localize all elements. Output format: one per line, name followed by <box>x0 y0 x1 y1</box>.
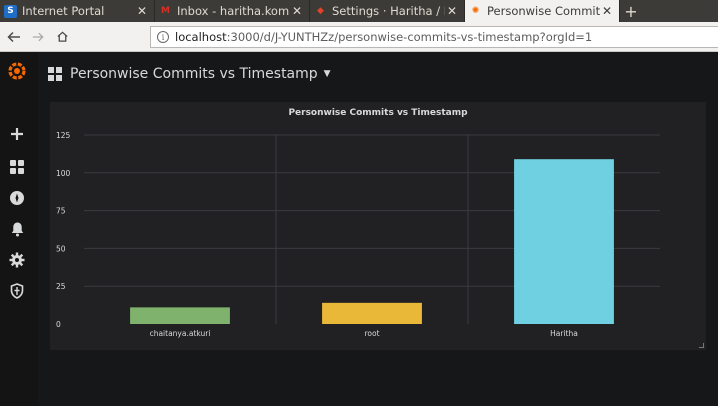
explore-icon[interactable] <box>6 187 28 209</box>
grafana-logo-icon[interactable] <box>6 60 28 82</box>
alert-bell-icon[interactable] <box>6 218 28 240</box>
grafana-sidebar <box>0 52 38 406</box>
x-tick-label: root <box>364 329 379 338</box>
tab-title: Inbox - haritha.kommire <box>177 4 290 18</box>
tab-title: Personwise Commits vs <box>487 4 600 18</box>
tab-favicon-icon: ✺ <box>471 6 480 16</box>
tab-favicon-icon: ◆ <box>317 6 324 16</box>
bar <box>130 307 230 324</box>
y-tick-label: 0 <box>56 320 61 329</box>
panel-resize-handle[interactable] <box>699 343 704 348</box>
tab-favicon-icon: M <box>161 6 170 16</box>
tab-close-icon[interactable]: ✕ <box>445 4 459 18</box>
x-tick-label: Haritha <box>550 329 578 338</box>
tab-title: Internet Portal <box>22 4 105 18</box>
browser-navbar: i localhost:3000/d/J-YUNTHZz/personwise-… <box>0 22 718 52</box>
bar <box>514 159 614 324</box>
y-tick-label: 75 <box>56 207 66 216</box>
caret-down-icon: ▼ <box>323 69 331 79</box>
plus-icon[interactable] <box>6 123 28 145</box>
x-tick-label: chaitanya.atkuri <box>150 329 211 338</box>
browser-tab[interactable]: ◆ Settings · Haritha / HTT✕ <box>310 0 465 22</box>
bar <box>322 302 422 324</box>
bar-chart-panel[interactable]: Personwise Commits vs Timestamp 0 25 50 75 1… <box>50 102 706 350</box>
tab-close-icon[interactable]: ✕ <box>135 4 149 18</box>
browser-tab-strip: S Internet Portal ✕ M Inbox - haritha.kommir… <box>0 0 718 22</box>
browser-tab[interactable]: M Inbox - haritha.kommire✕ <box>155 0 310 22</box>
home-icon <box>56 31 68 42</box>
y-tick-label: 50 <box>56 244 66 253</box>
back-arrow-icon <box>7 31 20 42</box>
browser-tab[interactable]: ✺ Personwise Commits vs✕ <box>465 0 620 22</box>
address-bar[interactable]: i localhost:3000/d/J-YUNTHZz/personwise-… <box>150 26 718 48</box>
site-info-icon[interactable]: i <box>157 31 169 43</box>
dashboard-title: Personwise Commits vs Timestamp <box>70 66 318 82</box>
bar-chart: 0 25 50 75 100 125 chaitanya.atkuri root Haritha <box>56 131 660 338</box>
tab-favicon-icon: S <box>4 4 17 18</box>
home-button[interactable] <box>50 25 74 49</box>
tab-close-icon[interactable]: ✕ <box>600 4 614 18</box>
dashboard-title-picker[interactable]: Personwise Commits vs Timestamp ▼ <box>48 64 331 84</box>
tab-close-icon[interactable]: ✕ <box>290 4 304 18</box>
gear-icon[interactable] <box>6 249 28 271</box>
url-host: localhost <box>175 30 227 44</box>
y-tick-label: 100 <box>56 169 71 178</box>
forward-button[interactable] <box>26 25 50 49</box>
y-tick-label: 25 <box>56 282 66 291</box>
dashboard-grid-icon <box>48 67 62 81</box>
y-tick-label: 125 <box>56 131 71 140</box>
browser-tab[interactable]: S Internet Portal ✕ <box>0 0 155 22</box>
forward-arrow-icon <box>32 32 44 41</box>
back-button[interactable] <box>2 25 26 49</box>
url-path: :3000/d/J-YUNTHZz/personwise-commits-vs-… <box>226 30 593 44</box>
shield-icon[interactable] <box>6 280 28 302</box>
dashboards-icon[interactable] <box>6 156 28 178</box>
dashboard-main: Personwise Commits vs Timestamp ▼ Person… <box>38 52 718 406</box>
tab-title: Settings · Haritha / HTT <box>332 4 445 18</box>
new-tab-button[interactable]: + <box>620 0 642 22</box>
